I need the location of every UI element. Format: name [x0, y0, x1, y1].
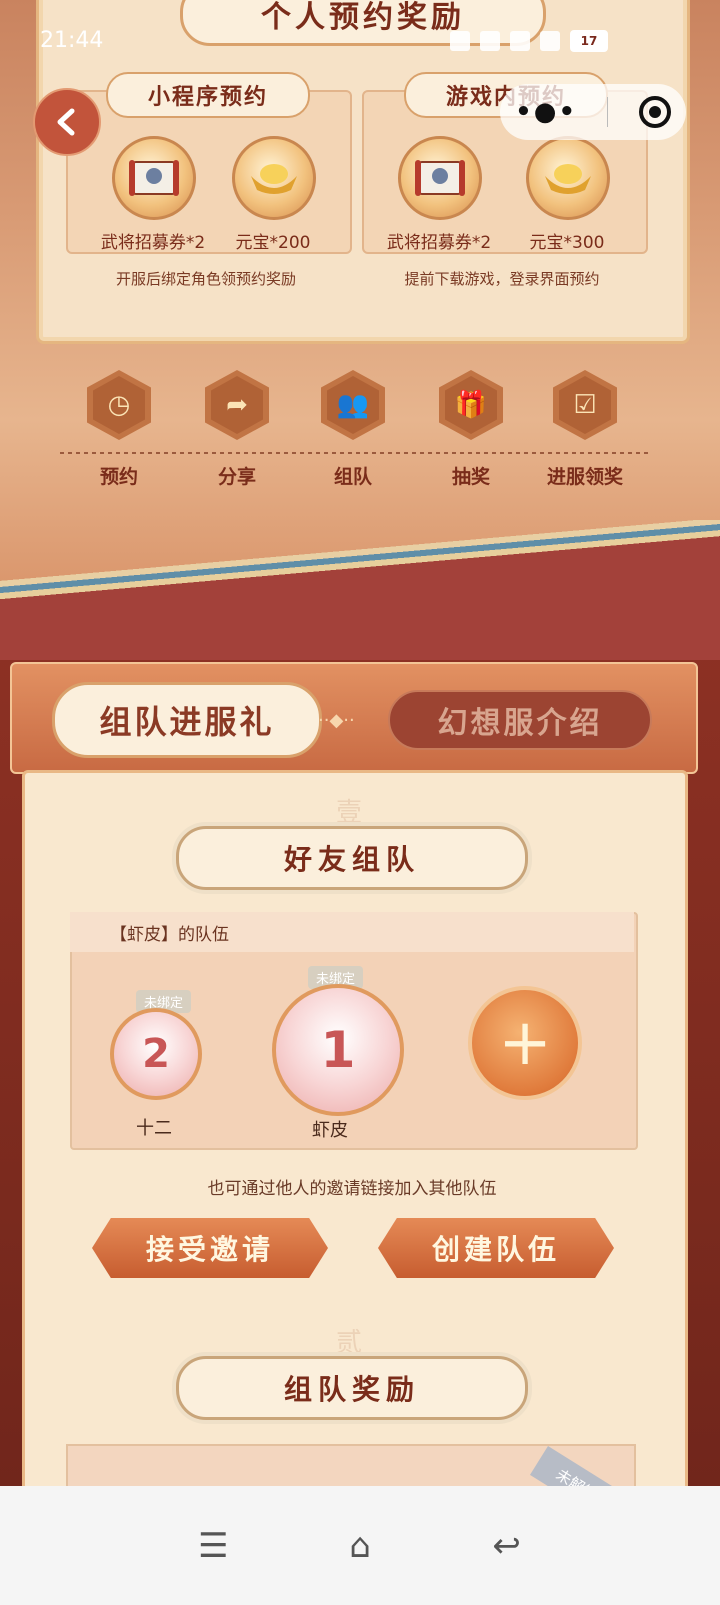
nav-label: 预约: [99, 466, 138, 488]
member-name: 虾皮: [312, 1120, 348, 1141]
team-icon: 👥: [327, 376, 379, 434]
rank-number: 1: [320, 1021, 356, 1079]
share-icon: ➦: [211, 376, 263, 434]
section-number: 壹: [336, 798, 363, 828]
member-avatar[interactable]: 2: [110, 1008, 202, 1100]
home-icon[interactable]: ⌂: [340, 1526, 380, 1566]
nav-label: 组队: [333, 466, 372, 488]
personal-reward-title: 个人预约奖励: [261, 0, 465, 35]
plus-icon: +: [498, 1006, 552, 1080]
add-member-button[interactable]: +: [468, 986, 582, 1100]
reserve-note: 开服后绑定角色领预约奖励: [115, 270, 296, 288]
system-navigation-bar: ☰ ⌂ ↩: [0, 1486, 720, 1605]
menu-icon[interactable]: ☰: [193, 1526, 233, 1566]
button-label: 创建队伍: [431, 1233, 560, 1266]
recruit-ticket-icon: [112, 136, 196, 220]
back-icon[interactable]: ↩: [487, 1526, 527, 1566]
gift-icon: 🎁: [445, 376, 497, 434]
gold-ingot-icon: [232, 136, 316, 220]
tab-label: 组队进服礼: [99, 703, 275, 741]
clock-icon: ◷: [93, 376, 145, 434]
back-button[interactable]: [33, 88, 101, 156]
accept-invite-button[interactable]: 接受邀请: [92, 1218, 328, 1278]
signal-icon: [510, 31, 530, 51]
gold-ingot-icon: [526, 136, 610, 220]
reward-label: 元宝*200: [235, 233, 311, 253]
reward-section-title: 组队奖励: [283, 1373, 420, 1406]
tab-team-gift[interactable]: 组队进服礼: [52, 682, 322, 758]
wifi-icon: [540, 31, 560, 51]
chevron-left-icon: [57, 108, 75, 136]
tab-label: 幻想服介绍: [437, 706, 603, 741]
member-name: 十二: [136, 1118, 172, 1139]
create-team-button[interactable]: 创建队伍: [378, 1218, 614, 1278]
tab-fantasy-server-intro[interactable]: 幻想服介绍: [388, 690, 652, 750]
reward-label: 元宝*300: [529, 233, 605, 253]
reward-label: 武将招募券*2: [100, 233, 206, 253]
battery-icon: 17: [570, 30, 608, 52]
miniprogram-reserve-title: 小程序预约: [147, 85, 268, 110]
nav-label: 进服领奖: [546, 466, 623, 488]
captain-avatar[interactable]: 1: [272, 984, 404, 1116]
mute-icon: [450, 31, 470, 51]
miniprogram-capsule: •●•: [500, 84, 686, 140]
nav-item-lottery[interactable]: 🎁 抽奖: [416, 370, 526, 489]
reserve-note: 提前下载游戏，登录界面预约: [404, 270, 600, 288]
recruit-ticket-icon: [398, 136, 482, 220]
team-section-title-banner: 好友组队: [176, 826, 528, 890]
nav-item-team[interactable]: 👥 组队: [298, 370, 408, 489]
nav-label: 分享: [217, 466, 256, 488]
reward-label: 武将招募券*2: [386, 233, 492, 253]
nav-item-reserve[interactable]: ◷ 预约: [64, 370, 174, 489]
reward-section-title-banner: 组队奖励: [176, 1356, 528, 1420]
status-time: 21:44: [40, 28, 104, 53]
nav-label: 抽奖: [451, 466, 490, 488]
button-label: 接受邀请: [145, 1233, 274, 1266]
close-miniprogram-icon[interactable]: [638, 96, 671, 128]
rank-number: 2: [142, 1031, 170, 1077]
nav-item-server-reward[interactable]: ☑ 进服领奖: [530, 370, 640, 489]
invite-hint: 也可通过他人的邀请链接加入其他队伍: [207, 1179, 497, 1199]
calendar-check-icon: ☑: [559, 376, 611, 434]
hd-icon: [480, 31, 500, 51]
capsule-divider: [607, 97, 609, 127]
miniprogram-reserve-title-banner: 小程序预约: [106, 72, 310, 118]
team-header-text: 【虾皮】的队伍: [110, 924, 229, 945]
status-icons: 17: [450, 30, 608, 52]
team-section-title: 好友组队: [283, 843, 420, 876]
background-wave: [0, 520, 720, 660]
tab-separator: ··◆··: [318, 710, 355, 731]
team-header: 【虾皮】的队伍: [70, 912, 634, 952]
nav-item-share[interactable]: ➦ 分享: [182, 370, 292, 489]
section-number: 贰: [336, 1328, 363, 1358]
more-icon[interactable]: •●•: [515, 97, 577, 127]
